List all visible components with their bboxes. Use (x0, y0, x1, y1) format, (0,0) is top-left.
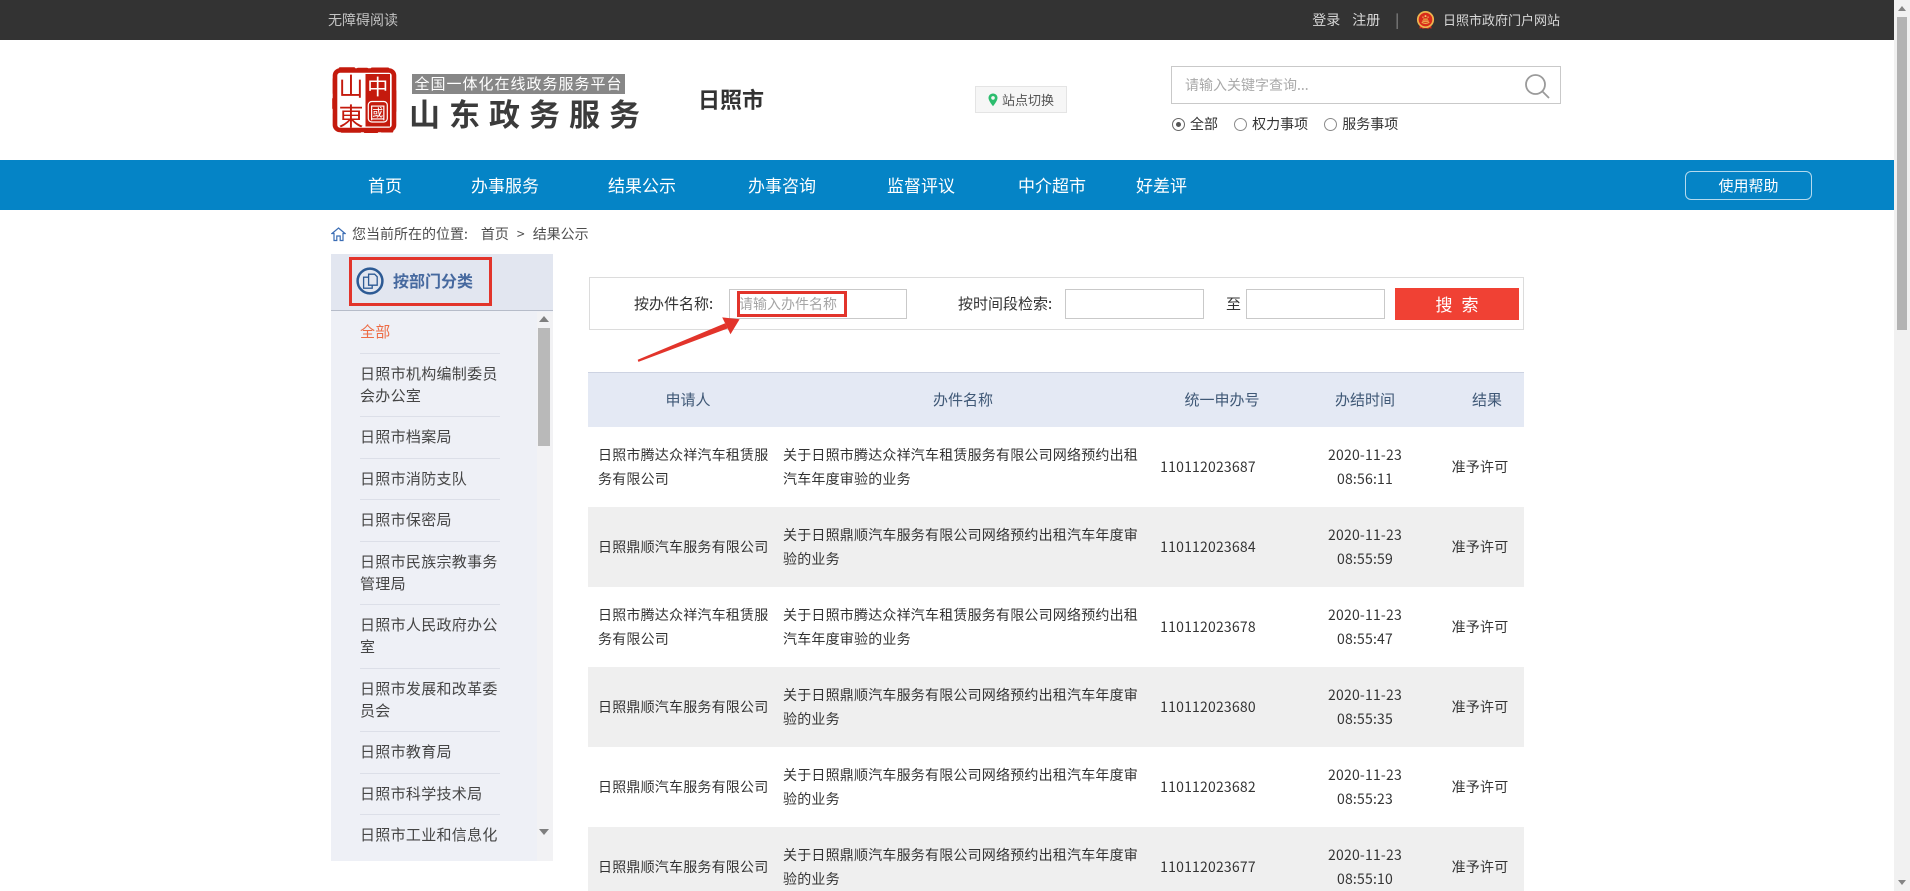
svg-text:國: 國 (370, 100, 386, 124)
svg-text:東: 東 (338, 98, 363, 134)
svg-text:中: 中 (367, 72, 388, 102)
